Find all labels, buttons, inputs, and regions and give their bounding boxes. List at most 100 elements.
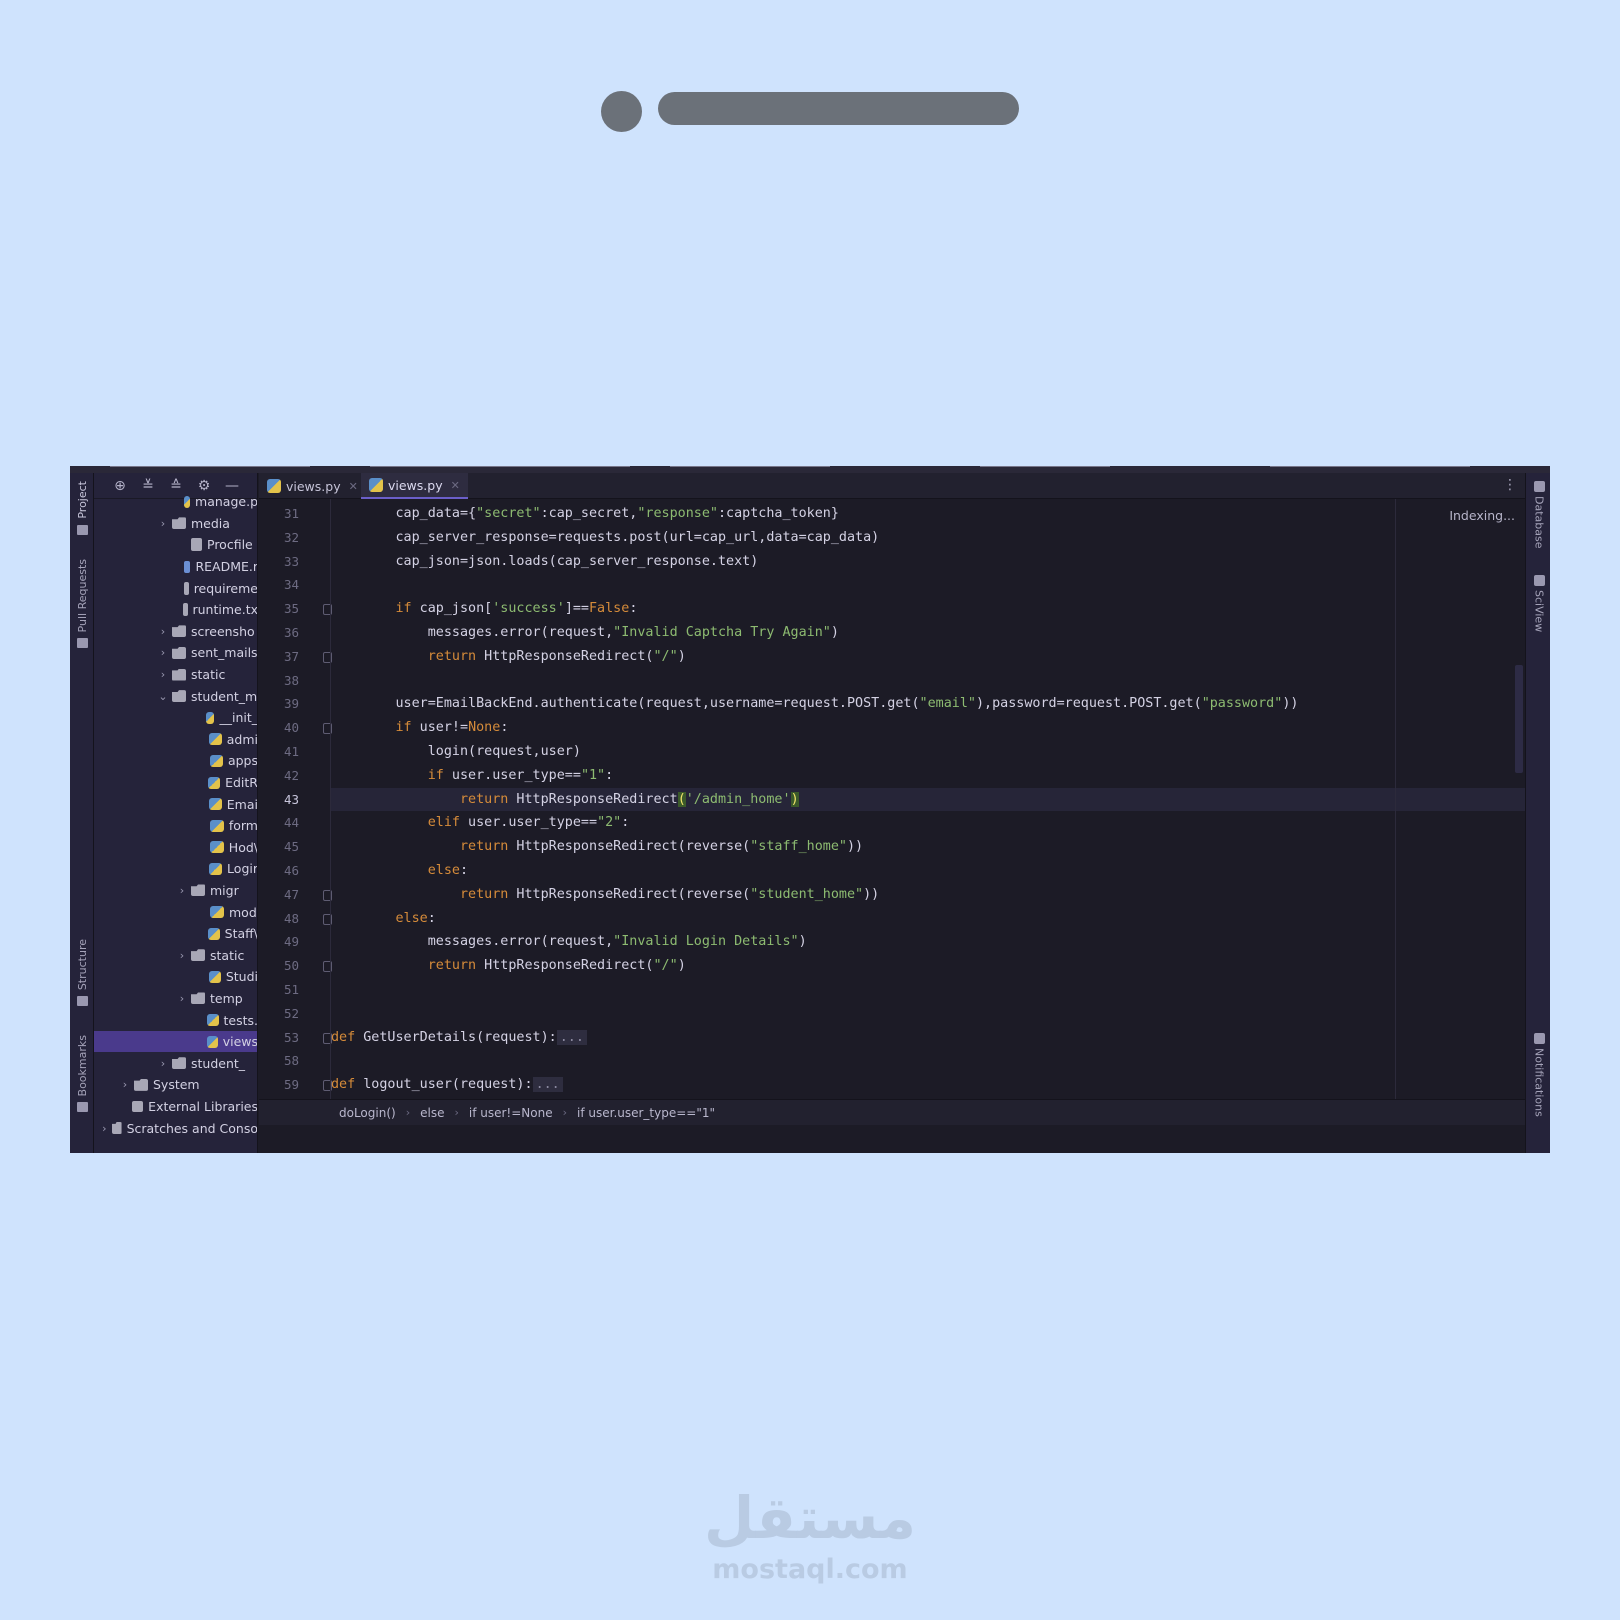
- close-icon[interactable]: ✕: [451, 479, 460, 492]
- code-line[interactable]: login(request,user): [331, 740, 1525, 764]
- tree-item-label: tests.: [223, 1012, 258, 1028]
- tree-item[interactable]: README.r: [94, 556, 257, 578]
- breadcrumb-item[interactable]: doLogin(): [339, 1106, 396, 1120]
- tree-item[interactable]: › migr: [94, 880, 257, 902]
- tree-item[interactable]: › Scratches and Conso: [94, 1117, 257, 1139]
- python-file-icon: [209, 754, 223, 767]
- editor-tab[interactable]: views.py ✕: [259, 473, 366, 499]
- tree-item[interactable]: ⌄ student_m: [94, 685, 258, 707]
- chevron-icon[interactable]: ⌄: [157, 690, 169, 703]
- code-line[interactable]: [331, 1002, 1525, 1026]
- close-icon[interactable]: ✕: [349, 480, 358, 493]
- breadcrumb-item[interactable]: else: [420, 1106, 444, 1120]
- tree-item[interactable]: EditR: [94, 772, 257, 794]
- tree-item[interactable]: manage.p: [94, 491, 258, 513]
- code-line[interactable]: cap_data={"secret":cap_secret,"response"…: [331, 502, 1525, 526]
- code-line[interactable]: return HttpResponseRedirect('/admin_home…: [331, 787, 1525, 812]
- tree-item[interactable]: Emai: [94, 793, 257, 815]
- python-file-icon: [267, 479, 281, 493]
- tree-item[interactable]: runtime.tx: [94, 599, 258, 621]
- code-line[interactable]: else:: [331, 859, 1525, 883]
- tree-item[interactable]: External Libraries: [94, 1096, 257, 1118]
- tree-item[interactable]: › sent_mails: [94, 642, 257, 664]
- tree-item-label: runtime.tx: [192, 602, 258, 618]
- tool-tab-bookmarks[interactable]: Bookmarks: [72, 1035, 92, 1113]
- tool-tab-project[interactable]: Project: [72, 481, 92, 535]
- editor-tab-active[interactable]: views.py ✕: [361, 473, 468, 499]
- tree-item[interactable]: › student_: [94, 1052, 257, 1074]
- code-line[interactable]: [331, 573, 1525, 597]
- line-number: 50: [283, 958, 299, 974]
- code-line[interactable]: if cap_json['success']==False:: [331, 597, 1525, 621]
- tree-item[interactable]: › static: [94, 944, 257, 966]
- chevron-icon[interactable]: ›: [157, 646, 169, 659]
- chevron-icon[interactable]: ›: [157, 668, 169, 681]
- code-line[interactable]: [331, 1049, 1525, 1073]
- tree-item[interactable]: views: [94, 1030, 257, 1053]
- code-line[interactable]: return HttpResponseRedirect(reverse("stu…: [331, 883, 1525, 907]
- title-placeholder-bar: [658, 92, 1019, 125]
- tree-item[interactable]: Logir: [94, 858, 258, 880]
- code-line[interactable]: messages.error(request,"Invalid Login De…: [331, 930, 1525, 954]
- editor-scrollbar[interactable]: [1515, 665, 1523, 773]
- tree-item[interactable]: Hod\: [94, 837, 257, 859]
- tree-item-label: manage.p: [195, 494, 258, 510]
- tree-item-label: student_m: [191, 688, 258, 704]
- code-line[interactable]: if user.user_type=="1":: [331, 764, 1525, 788]
- code-line[interactable]: cap_json=json.loads(cap_server_response.…: [331, 550, 1525, 574]
- chevron-icon[interactable]: ›: [176, 884, 188, 897]
- code-line[interactable]: def logout_user(request):...: [331, 1073, 1525, 1097]
- tool-tab-notifications[interactable]: Notifications: [1529, 1033, 1549, 1117]
- tree-item[interactable]: Procfile: [94, 534, 257, 556]
- line-number: 49: [283, 934, 299, 950]
- chevron-icon[interactable]: ›: [157, 1057, 169, 1070]
- breadcrumb-item[interactable]: if user.user_type=="1": [577, 1106, 715, 1120]
- tool-tab-database[interactable]: Database: [1529, 481, 1549, 549]
- chevron-icon[interactable]: ›: [100, 1122, 109, 1135]
- chevron-icon[interactable]: ›: [176, 992, 188, 1005]
- tree-item[interactable]: › System: [94, 1074, 257, 1096]
- indexing-status: Indexing...: [1449, 508, 1515, 523]
- chevron-icon[interactable]: ›: [157, 517, 169, 530]
- text-file-icon: [183, 603, 188, 617]
- tool-tab-pull-requests[interactable]: Pull Requests: [72, 559, 92, 649]
- chevron-icon[interactable]: ›: [119, 1078, 131, 1091]
- tree-item[interactable]: mod: [94, 901, 257, 923]
- tree-item-label: Logir: [227, 861, 258, 877]
- more-options-icon[interactable]: ⋮: [1503, 477, 1517, 493]
- tree-item[interactable]: › static: [94, 664, 257, 686]
- code-line[interactable]: [331, 978, 1525, 1002]
- breadcrumb-item[interactable]: if user!=None: [469, 1106, 553, 1120]
- tree-item[interactable]: requireme: [94, 577, 257, 599]
- tool-tab-sciview[interactable]: SciView: [1529, 575, 1549, 632]
- code-line[interactable]: cap_server_response=requests.post(url=ca…: [331, 526, 1525, 550]
- code-line[interactable]: elif user.user_type=="2":: [331, 811, 1525, 835]
- chevron-icon[interactable]: ›: [176, 949, 188, 962]
- code-editor[interactable]: cap_data={"secret":cap_secret,"response"…: [331, 499, 1525, 1099]
- code-line[interactable]: return HttpResponseRedirect(reverse("sta…: [331, 835, 1525, 859]
- tree-item[interactable]: __init_: [94, 707, 257, 729]
- code-line[interactable]: else:: [331, 907, 1525, 931]
- tree-item[interactable]: Staff\: [94, 923, 257, 945]
- tree-item[interactable]: form: [94, 815, 257, 837]
- tool-tab-structure[interactable]: Structure: [72, 939, 92, 1007]
- folder-icon: [191, 949, 205, 962]
- editor-tab-bar: views.py ✕ views.py ✕ ⋮: [259, 473, 1525, 499]
- code-line[interactable]: return HttpResponseRedirect("/"): [331, 954, 1525, 978]
- package-folder-icon: [191, 884, 205, 897]
- code-line[interactable]: user=EmailBackEnd.authenticate(request,u…: [331, 692, 1525, 716]
- code-line[interactable]: if user!=None:: [331, 716, 1525, 740]
- tree-item-label: student_: [191, 1055, 246, 1071]
- tree-item[interactable]: admi: [94, 729, 257, 751]
- code-line[interactable]: def GetUserDetails(request):...: [331, 1026, 1525, 1050]
- code-line[interactable]: [331, 669, 1525, 693]
- tree-item[interactable]: › temp: [94, 988, 257, 1010]
- tree-item[interactable]: › media: [94, 513, 257, 535]
- chevron-icon[interactable]: ›: [157, 625, 169, 638]
- tree-item[interactable]: tests.: [94, 1009, 258, 1031]
- tree-item[interactable]: › screensho: [94, 621, 257, 643]
- tree-item[interactable]: Studi: [94, 966, 257, 988]
- code-line[interactable]: messages.error(request,"Invalid Captcha …: [331, 621, 1525, 645]
- code-line[interactable]: return HttpResponseRedirect("/"): [331, 645, 1525, 669]
- tree-item[interactable]: apps: [94, 750, 257, 772]
